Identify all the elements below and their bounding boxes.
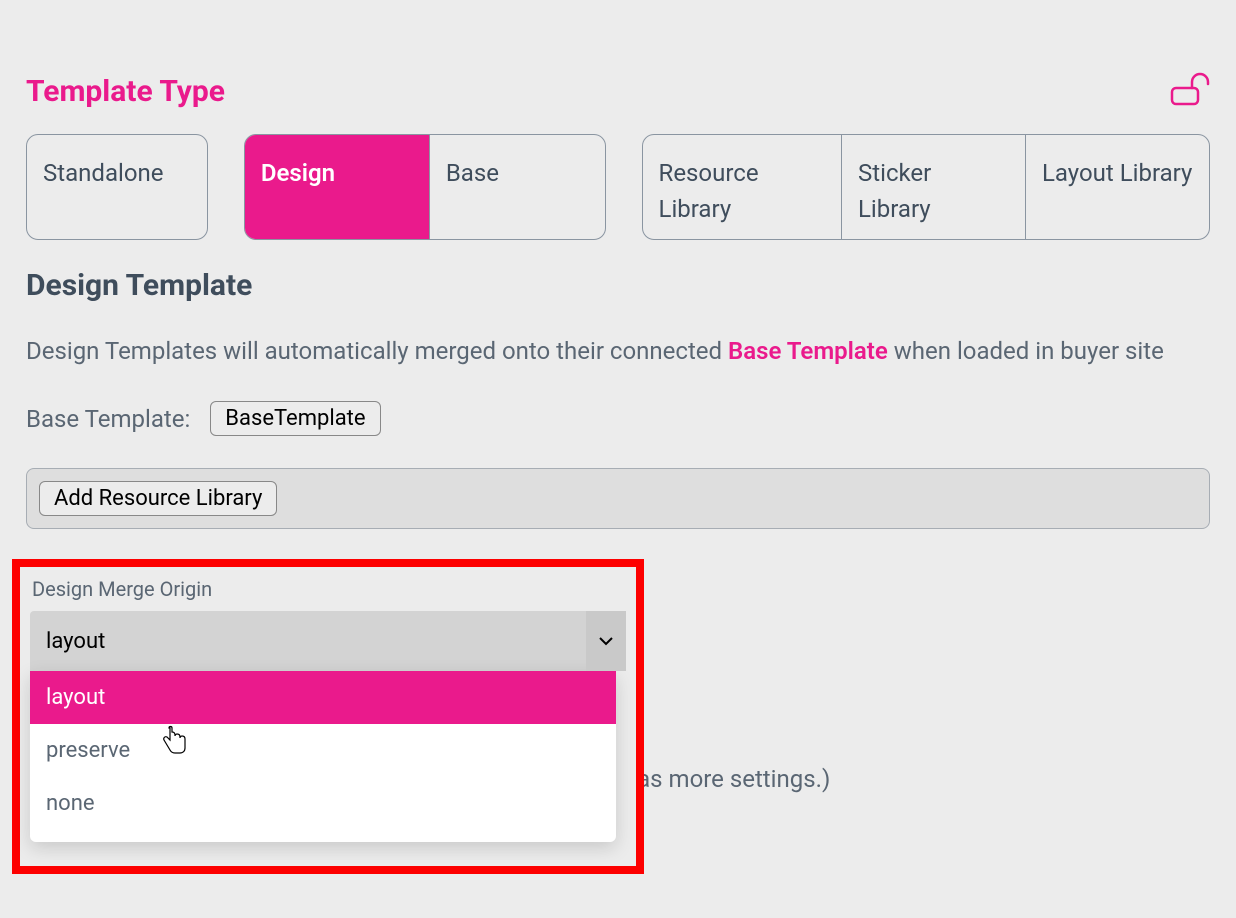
- design-merge-origin-label: Design Merge Origin: [30, 577, 626, 601]
- type-option-resource-library[interactable]: Resource Library: [643, 135, 841, 239]
- type-option-sticker-library[interactable]: Sticker Library: [841, 135, 1025, 239]
- type-option-design[interactable]: Design: [245, 135, 429, 239]
- base-template-button[interactable]: BaseTemplate: [210, 401, 380, 436]
- design-merge-origin-dropdown: layout preserve none: [30, 671, 616, 842]
- description-pre: Design Templates will automatically merg…: [26, 337, 728, 365]
- type-option-layout-library[interactable]: Layout Library: [1025, 135, 1209, 239]
- section-heading: Design Template: [26, 268, 1210, 303]
- base-template-label: Base Template:: [26, 405, 190, 433]
- design-merge-origin-select[interactable]: layout: [30, 611, 626, 671]
- dropdown-option-none[interactable]: none: [30, 777, 616, 830]
- type-label: Base: [446, 155, 499, 191]
- type-label: Layout Library: [1042, 155, 1192, 191]
- type-label: Resource Library: [659, 155, 825, 227]
- add-resource-library-button[interactable]: Add Resource Library: [39, 481, 277, 516]
- unlock-icon[interactable]: [1170, 72, 1210, 112]
- type-group-libraries: Resource Library Sticker Library Layout …: [642, 134, 1210, 240]
- type-option-standalone[interactable]: Standalone: [27, 135, 208, 239]
- resource-library-bar: Add Resource Library: [26, 468, 1210, 529]
- template-type-selector: Standalone Design Base Resource Library …: [26, 134, 1210, 240]
- type-group-standalone: Standalone: [26, 134, 208, 240]
- base-template-link[interactable]: Base Template: [728, 337, 888, 365]
- description-post: when loaded in buyer site: [888, 337, 1164, 365]
- type-label: Standalone: [43, 155, 164, 191]
- base-template-row: Base Template: BaseTemplate: [26, 401, 1210, 436]
- highlight-box: Design Merge Origin layout layout preser…: [12, 559, 644, 874]
- select-value: layout: [30, 629, 105, 654]
- chevron-down-icon: [586, 611, 626, 671]
- dropdown-option-layout[interactable]: layout: [30, 671, 616, 724]
- type-label: Design: [261, 155, 335, 191]
- page-title: Template Type: [26, 77, 225, 107]
- type-group-design-base: Design Base: [244, 134, 606, 240]
- section-description: Design Templates will automatically merg…: [26, 333, 1210, 369]
- type-option-base[interactable]: Base: [429, 135, 606, 239]
- obscured-text: Has more settings.): [620, 765, 830, 793]
- type-label: Sticker Library: [858, 155, 1009, 227]
- dropdown-option-preserve[interactable]: preserve: [30, 724, 616, 777]
